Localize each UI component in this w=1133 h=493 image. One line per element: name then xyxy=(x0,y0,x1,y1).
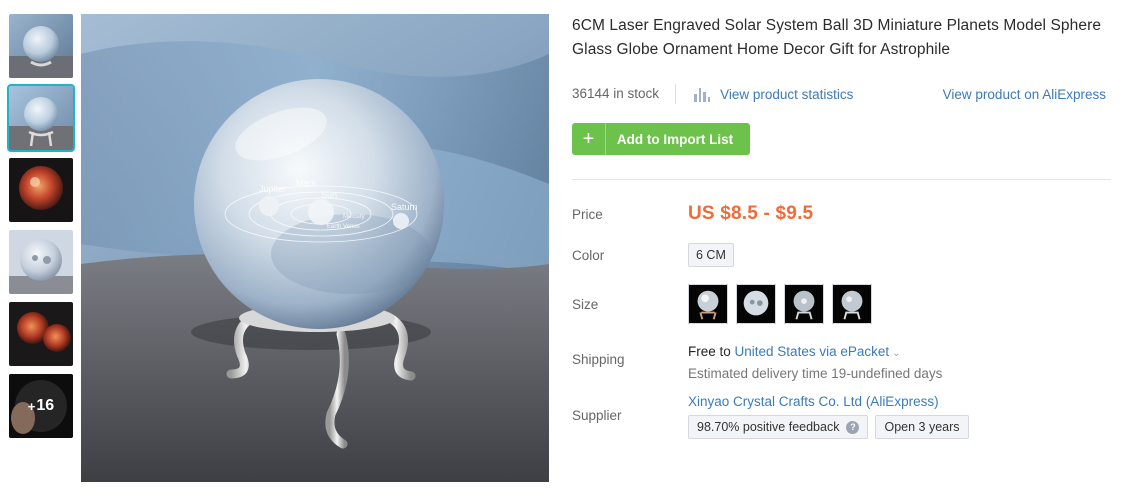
add-to-import-list-label: Add to Import List xyxy=(616,131,734,147)
supplier-badges: 98.70% positive feedback ? Open 3 years xyxy=(688,415,969,439)
shipping-row: Shipping Free to United States via ePack… xyxy=(572,342,1112,381)
glass-ball-image xyxy=(9,230,73,294)
engraving-label: Saturn xyxy=(391,202,418,212)
add-to-import-list-button[interactable]: + Add to Import List xyxy=(572,123,750,155)
price-label: Price xyxy=(572,206,603,222)
chevron-down-icon: ⌄ xyxy=(892,348,901,359)
engraving-label: Mars xyxy=(296,178,316,188)
glass-ball-red-image xyxy=(9,302,73,366)
size-option-2[interactable] xyxy=(736,284,776,324)
divider xyxy=(572,179,1111,180)
delivery-estimate: Estimated delivery time 19-undefined day… xyxy=(688,366,943,381)
shipping-free: Free xyxy=(688,344,716,359)
color-option-6cm[interactable]: 6 CM xyxy=(688,243,734,267)
size-option-4[interactable] xyxy=(832,284,872,324)
bar-chart-icon xyxy=(694,86,711,102)
engraving-label: Jupiter xyxy=(259,184,286,194)
view-statistics-link[interactable]: View product statistics xyxy=(694,86,853,102)
supplier-label: Supplier xyxy=(572,408,622,423)
thumbnail-more[interactable]: +16 xyxy=(9,374,73,438)
glass-ball-image xyxy=(689,285,727,323)
feedback-badge: 98.70% positive feedback ? xyxy=(688,415,869,439)
product-title: 6CM Laser Engraved Solar System Ball 3D … xyxy=(572,17,1102,58)
help-icon[interactable]: ? xyxy=(846,420,860,434)
glass-ball-image xyxy=(9,86,73,150)
shipping-method-dropdown[interactable]: United States via ePacket ⌄ xyxy=(735,344,901,359)
color-label: Color xyxy=(572,247,605,263)
thumbnail-5[interactable] xyxy=(9,302,73,366)
open-years-badge: Open 3 years xyxy=(875,415,969,439)
thumbnail-4[interactable] xyxy=(9,230,73,294)
supplier-row: Supplier Xinyao Crystal Crafts Co. Ltd (… xyxy=(572,392,1112,439)
shipping-to: to xyxy=(715,344,735,359)
color-row: Color 6 CM xyxy=(572,240,1112,270)
more-images-count: +16 xyxy=(9,374,73,438)
thumbnail-1[interactable] xyxy=(9,14,73,78)
engraving-label: Earth xyxy=(327,224,341,230)
shipping-destination: United States via ePacket xyxy=(734,344,890,359)
thumbnail-2-selected[interactable] xyxy=(7,84,75,152)
stock-count: 36144 in stock xyxy=(572,84,677,104)
main-product-image[interactable]: Jupiter Mars Sun Saturn Mercury Earth Ve… xyxy=(81,14,549,482)
crystal-ball-photo: Jupiter Mars Sun Saturn Mercury Earth Ve… xyxy=(81,14,549,482)
price-value: US $8.5 - $9.5 xyxy=(688,203,814,224)
glass-ball-image xyxy=(9,14,73,78)
supplier-info: Xinyao Crystal Crafts Co. Ltd (AliExpres… xyxy=(688,392,969,439)
view-on-aliexpress-link[interactable]: View product on AliExpress xyxy=(943,87,1112,102)
feedback-text: 98.70% positive feedback xyxy=(697,420,840,434)
price-row: Price US $8.5 - $9.5 xyxy=(572,202,1112,226)
size-option-1[interactable] xyxy=(688,284,728,324)
view-statistics-label: View product statistics xyxy=(720,86,854,102)
engraving-label: Sun xyxy=(321,190,337,200)
thumbnail-list: +16 xyxy=(7,14,75,446)
glass-ball-image xyxy=(785,285,823,323)
supplier-name-link[interactable]: Xinyao Crystal Crafts Co. Ltd (AliExpres… xyxy=(688,392,969,412)
thumbnail-3[interactable] xyxy=(9,158,73,222)
stats-row: 36144 in stock View product statistics V… xyxy=(572,82,1112,106)
size-label: Size xyxy=(572,296,599,312)
engraving-label: Venus xyxy=(343,224,360,230)
shipping-label: Shipping xyxy=(572,352,625,367)
glass-ball-image xyxy=(833,285,871,323)
size-option-3[interactable] xyxy=(784,284,824,324)
size-row: Size xyxy=(572,284,1112,324)
glass-ball-red-image xyxy=(9,158,73,222)
product-info-panel: 6CM Laser Engraved Solar System Ball 3D … xyxy=(572,14,1112,439)
size-swatches xyxy=(688,284,872,324)
glass-ball-image xyxy=(737,285,775,323)
plus-icon: + xyxy=(572,123,606,155)
engraving-label: Mercury xyxy=(343,214,365,220)
shipping-info: Free to United States via ePacket ⌄ Estim… xyxy=(688,342,942,384)
